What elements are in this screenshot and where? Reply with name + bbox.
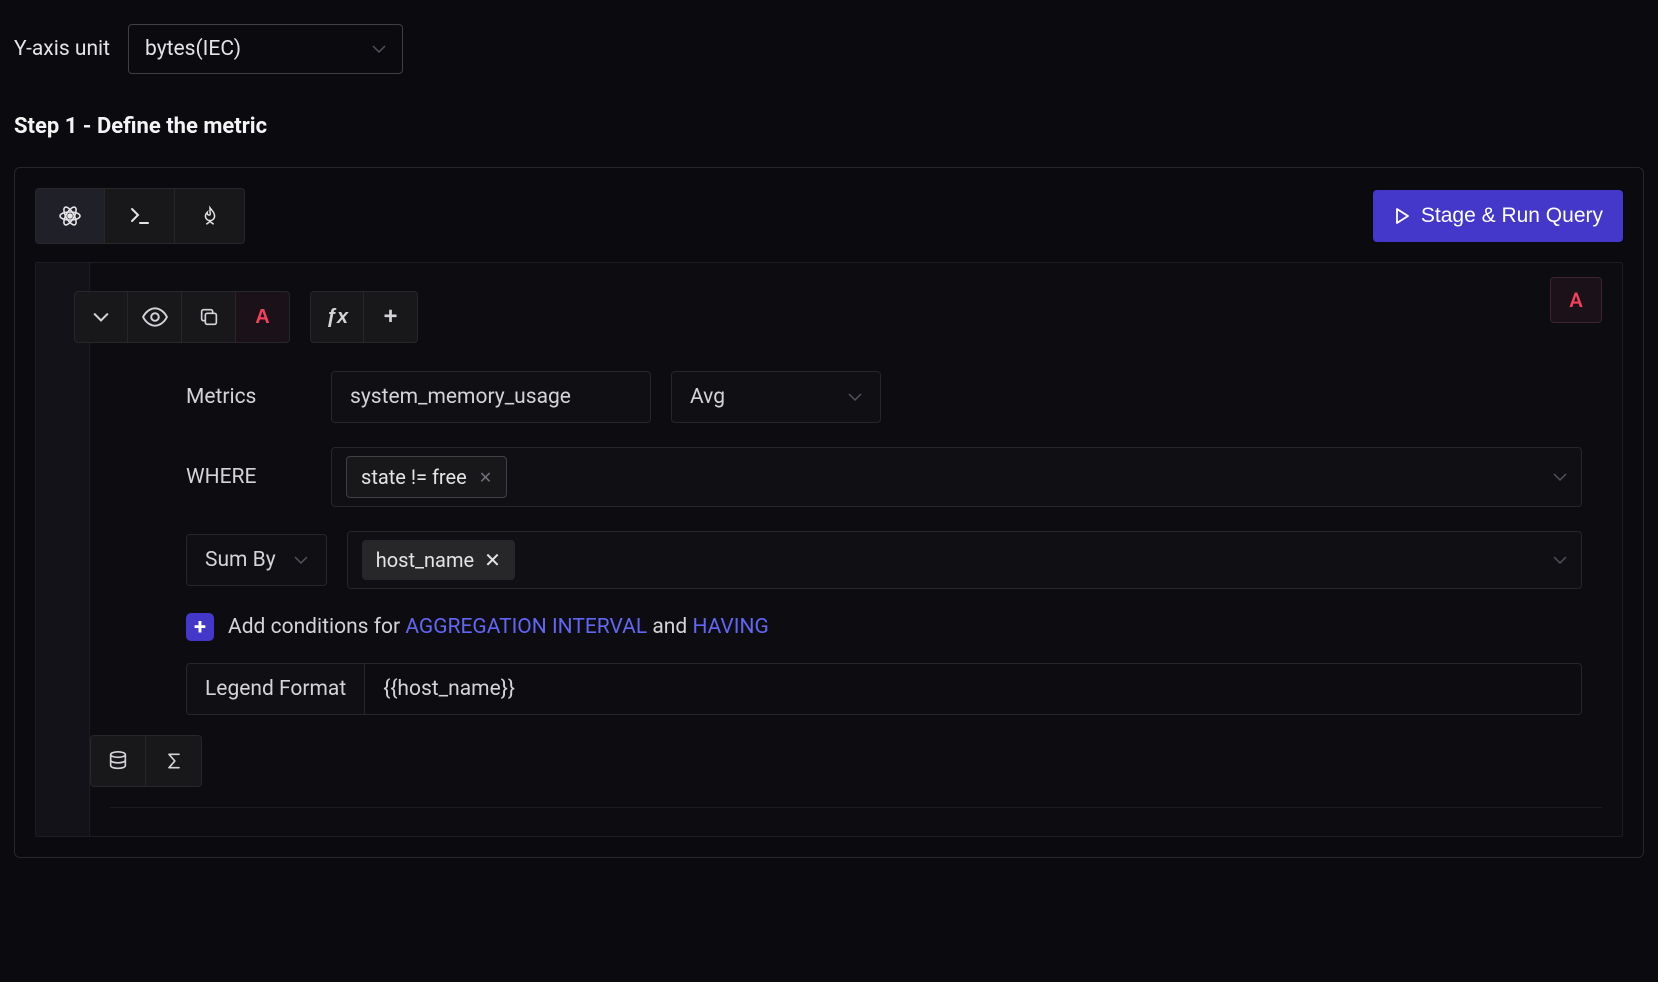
step-header: Step 1 - Define the metric	[14, 114, 1644, 139]
groupby-label: Sum By	[205, 548, 276, 572]
flame-mode-button[interactable]	[175, 188, 245, 244]
collapse-button[interactable]	[74, 291, 128, 343]
chevron-down-icon	[1553, 555, 1567, 565]
stage-run-query-button[interactable]: Stage & Run Query	[1373, 190, 1623, 242]
chevron-down-icon	[848, 392, 862, 402]
having-link[interactable]: HAVING	[692, 615, 768, 639]
where-label: WHERE	[186, 465, 331, 489]
atom-icon	[58, 204, 82, 228]
database-button[interactable]	[90, 735, 146, 787]
add-conditions-text: Add conditions for AGGREGATION INTERVAL …	[228, 615, 769, 639]
yaxis-unit-value: bytes(IEC)	[145, 37, 241, 61]
metrics-label: Metrics	[186, 385, 331, 409]
bottom-divider	[110, 807, 1602, 808]
groupby-tag-text: host_name	[376, 548, 474, 572]
metrics-row: Metrics system_memory_usage Avg	[186, 371, 1582, 423]
legend-format-label: Legend Format	[186, 663, 364, 715]
plus-icon: +	[383, 303, 397, 331]
add-conditions-row: + Add conditions for AGGREGATION INTERVA…	[56, 613, 1602, 641]
groupby-tag: host_name ✕	[362, 540, 515, 580]
groupby-input[interactable]: host_name ✕	[347, 531, 1582, 589]
plus-icon: +	[194, 615, 206, 640]
copy-icon	[198, 306, 220, 328]
query-mode-toolbar	[35, 188, 245, 244]
chevron-down-icon	[294, 555, 308, 565]
add-conditions-button[interactable]: +	[186, 613, 214, 641]
terminal-icon	[128, 204, 152, 228]
query-gutter	[36, 263, 90, 836]
query-letter-badge: A	[1550, 277, 1602, 323]
legend-format-input[interactable]: {{host_name}}	[364, 663, 1582, 715]
aggregation-select[interactable]: Avg	[671, 371, 881, 423]
where-row: WHERE state != free ✕	[186, 447, 1582, 507]
yaxis-unit-select[interactable]: bytes(IEC)	[128, 24, 403, 74]
fx-label: ƒx	[326, 306, 348, 329]
add-function-button[interactable]: +	[364, 291, 418, 343]
groupby-row: Sum By host_name ✕	[56, 531, 1602, 589]
close-icon[interactable]: ✕	[484, 548, 501, 572]
sigma-button[interactable]	[146, 735, 202, 787]
metric-value: system_memory_usage	[350, 385, 571, 409]
query-letter-badge-text: A	[1569, 288, 1582, 312]
where-tag: state != free ✕	[346, 456, 507, 498]
sigma-icon	[164, 751, 184, 771]
addcond-mid: and	[647, 615, 692, 639]
legend-row: Legend Format {{host_name}}	[56, 663, 1602, 715]
query-letter-button[interactable]: A	[236, 291, 290, 343]
flame-icon	[199, 204, 221, 228]
function-button[interactable]: ƒx	[310, 291, 364, 343]
eye-icon	[142, 307, 168, 327]
query-letter-a: A	[255, 306, 269, 329]
terminal-mode-button[interactable]	[105, 188, 175, 244]
chevron-down-icon	[372, 44, 386, 54]
chevron-down-icon	[1553, 472, 1567, 482]
query-item-toolbar: A	[74, 291, 290, 343]
query-body: A ƒx + A Metrics system_memory_usage	[35, 262, 1623, 837]
visibility-button[interactable]	[128, 291, 182, 343]
aggregation-interval-link[interactable]: AGGREGATION INTERVAL	[405, 615, 647, 639]
builder-mode-button[interactable]	[35, 188, 105, 244]
yaxis-unit-label: Y-axis unit	[14, 37, 110, 61]
addcond-prefix: Add conditions for	[228, 615, 405, 639]
aggregation-value: Avg	[690, 385, 725, 409]
function-group: ƒx +	[310, 291, 418, 343]
bottom-toolbar	[90, 735, 1602, 787]
metric-input[interactable]: system_memory_usage	[331, 371, 651, 423]
groupby-select[interactable]: Sum By	[186, 534, 327, 586]
play-icon	[1393, 207, 1411, 225]
run-button-label: Stage & Run Query	[1421, 204, 1603, 228]
where-tag-text: state != free	[361, 465, 467, 489]
legend-format-value: {{host_name}}	[383, 677, 515, 701]
duplicate-button[interactable]	[182, 291, 236, 343]
where-input[interactable]: state != free ✕	[331, 447, 1582, 507]
chevron-down-icon	[93, 311, 109, 323]
define-metric-panel: Stage & Run Query	[14, 167, 1644, 858]
database-icon	[107, 750, 129, 772]
close-icon[interactable]: ✕	[479, 468, 492, 487]
